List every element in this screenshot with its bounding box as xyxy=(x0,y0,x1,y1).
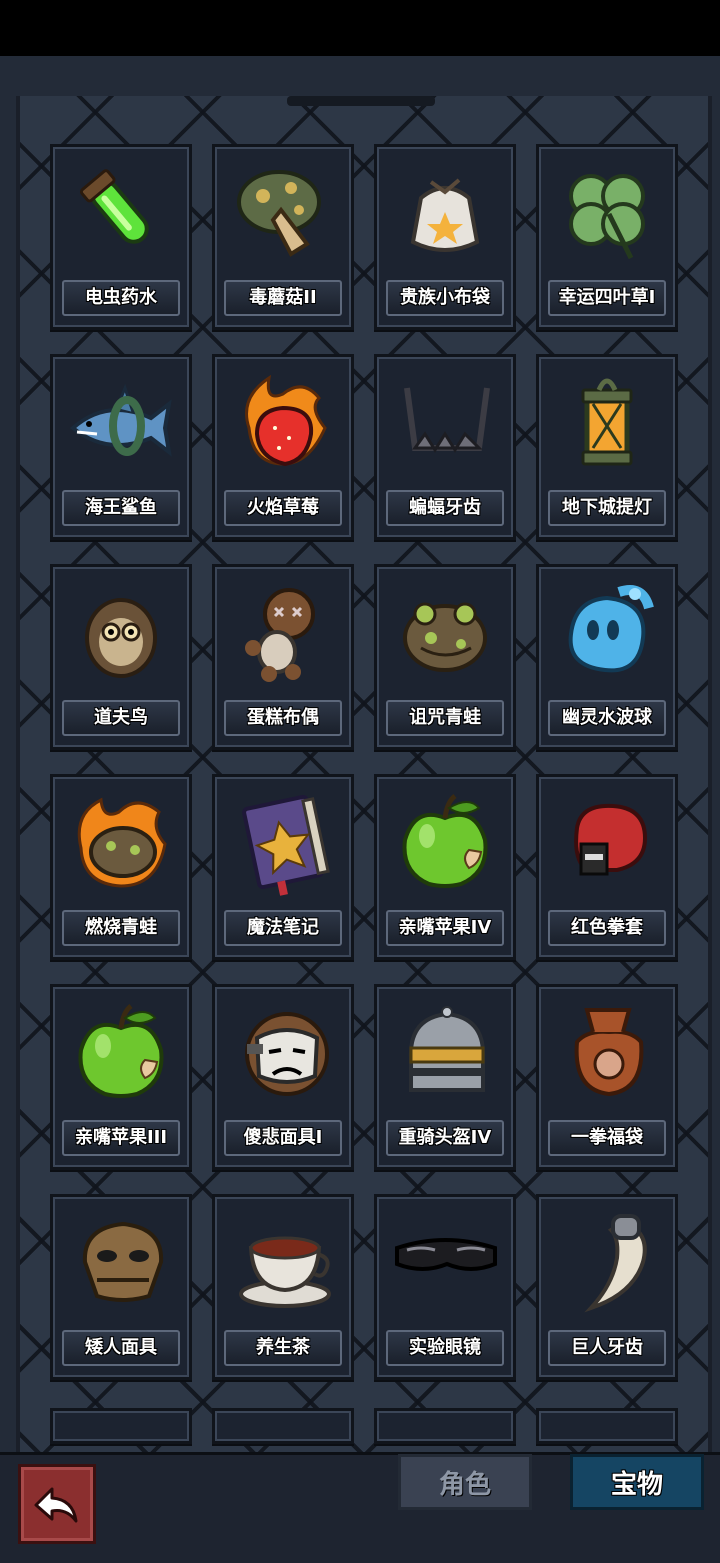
treasure-card-partial[interactable] xyxy=(212,1408,354,1444)
treasure-name-label: 巨人牙齿 xyxy=(548,1330,666,1366)
treasure-name-label: 矮人面具 xyxy=(62,1330,180,1366)
treasure-name-label: 燃烧青蛙 xyxy=(62,910,180,946)
treasure-card-partial[interactable] xyxy=(374,1408,516,1444)
cursed-frog-icon xyxy=(377,567,513,697)
back-arrow-icon xyxy=(34,1487,78,1523)
tab-treasure[interactable]: 宝物 xyxy=(570,1454,704,1510)
green-apple-icon xyxy=(53,987,189,1117)
magic-book-icon xyxy=(215,777,351,907)
treasure-card[interactable]: 诅咒青蛙 xyxy=(374,564,516,750)
shark-icon xyxy=(53,357,189,487)
treasure-card[interactable]: 火焰草莓 xyxy=(212,354,354,540)
treasure-name-label: 毒蘑菇II xyxy=(224,280,342,316)
treasure-name-label: 实验眼镜 xyxy=(386,1330,504,1366)
giant-tooth-icon xyxy=(539,1197,675,1327)
burning-frog-icon xyxy=(53,777,189,907)
treasure-name-label: 一拳福袋 xyxy=(548,1120,666,1156)
treasure-name-label: 亲嘴苹果III xyxy=(62,1120,180,1156)
treasure-name-label: 傻悲面具I xyxy=(224,1120,342,1156)
treasure-card[interactable]: 燃烧青蛙 xyxy=(50,774,192,960)
treasure-card[interactable]: 海王鲨鱼 xyxy=(50,354,192,540)
green-apple-icon xyxy=(377,777,513,907)
tea-cup-icon xyxy=(215,1197,351,1327)
treasure-card[interactable]: 实验眼镜 xyxy=(374,1194,516,1380)
treasure-name-label: 诅咒青蛙 xyxy=(386,700,504,736)
panel-header-bar xyxy=(287,96,435,106)
bat-teeth-icon xyxy=(377,357,513,487)
sad-mask-icon xyxy=(215,987,351,1117)
treasure-card[interactable]: 地下城提灯 xyxy=(536,354,678,540)
treasure-card[interactable]: 幸运四叶草I xyxy=(536,144,678,330)
treasure-card[interactable]: 电虫药水 xyxy=(50,144,192,330)
treasure-card[interactable]: 蛋糕布偶 xyxy=(212,564,354,750)
poison-mushroom-icon xyxy=(215,147,351,277)
treasure-name-label: 幽灵水波球 xyxy=(548,700,666,736)
treasure-name-label: 红色拳套 xyxy=(548,910,666,946)
treasure-name-label: 幸运四叶草I xyxy=(548,280,666,316)
voodoo-doll-icon xyxy=(215,567,351,697)
treasure-name-label: 蝙蝠牙齿 xyxy=(386,490,504,526)
fire-strawberry-icon xyxy=(215,357,351,487)
treasure-name-label: 蛋糕布偶 xyxy=(224,700,342,736)
treasure-name-label: 火焰草莓 xyxy=(224,490,342,526)
treasure-card[interactable]: 幽灵水波球 xyxy=(536,564,678,750)
dungeon-lantern-icon xyxy=(539,357,675,487)
treasure-card[interactable]: 毒蘑菇II xyxy=(212,144,354,330)
treasure-card[interactable]: 傻悲面具I xyxy=(212,984,354,1170)
treasure-name-label: 道夫鸟 xyxy=(62,700,180,736)
treasure-name-label: 养生茶 xyxy=(224,1330,342,1366)
treasure-card[interactable]: 红色拳套 xyxy=(536,774,678,960)
lab-goggles-icon xyxy=(377,1197,513,1327)
treasure-name-label: 亲嘴苹果IV xyxy=(386,910,504,946)
inventory-panel: 电虫药水 毒蘑菇II 贵族小布袋 幸运四叶草I 海王鲨鱼 火焰草莓 蝙蝠牙齿 地下城提灯道夫鸟… xyxy=(0,56,720,1488)
treasure-card[interactable]: 养生茶 xyxy=(212,1194,354,1380)
treasure-name-label: 海王鲨鱼 xyxy=(62,490,180,526)
owl-icon xyxy=(53,567,189,697)
treasure-card[interactable]: 重骑头盔IV xyxy=(374,984,516,1170)
dwarf-mask-icon xyxy=(53,1197,189,1327)
treasure-card[interactable]: 魔法笔记 xyxy=(212,774,354,960)
treasure-card-partial[interactable] xyxy=(536,1408,678,1444)
noble-pouch-icon xyxy=(377,147,513,277)
treasure-name-label: 电虫药水 xyxy=(62,280,180,316)
green-potion-icon xyxy=(53,147,189,277)
treasure-card[interactable]: 道夫鸟 xyxy=(50,564,192,750)
treasure-card-partial[interactable] xyxy=(50,1408,192,1444)
treasure-card[interactable]: 亲嘴苹果III xyxy=(50,984,192,1170)
treasure-card[interactable]: 贵族小布袋 xyxy=(374,144,516,330)
tab-role[interactable]: 角色 xyxy=(398,1454,532,1510)
treasure-card[interactable]: 巨人牙齿 xyxy=(536,1194,678,1380)
treasure-name-label: 地下城提灯 xyxy=(548,490,666,526)
treasure-name-label: 魔法笔记 xyxy=(224,910,342,946)
treasure-grid: 电虫药水 毒蘑菇II 贵族小布袋 幸运四叶草I 海王鲨鱼 火焰草莓 蝙蝠牙齿 地下城提灯道夫鸟… xyxy=(16,96,712,1488)
four-leaf-clover-icon xyxy=(539,147,675,277)
knight-helmet-icon xyxy=(377,987,513,1117)
treasure-name-label: 贵族小布袋 xyxy=(386,280,504,316)
treasure-name-label: 重骑头盔IV xyxy=(386,1120,504,1156)
treasure-card[interactable]: 矮人面具 xyxy=(50,1194,192,1380)
treasure-card[interactable]: 一拳福袋 xyxy=(536,984,678,1170)
status-bar xyxy=(0,0,720,56)
treasure-card[interactable]: 亲嘴苹果IV xyxy=(374,774,516,960)
ghost-water-orb-icon xyxy=(539,567,675,697)
treasure-card[interactable]: 蝙蝠牙齿 xyxy=(374,354,516,540)
fist-bag-icon xyxy=(539,987,675,1117)
back-button[interactable] xyxy=(18,1464,96,1544)
boxing-glove-icon xyxy=(539,777,675,907)
